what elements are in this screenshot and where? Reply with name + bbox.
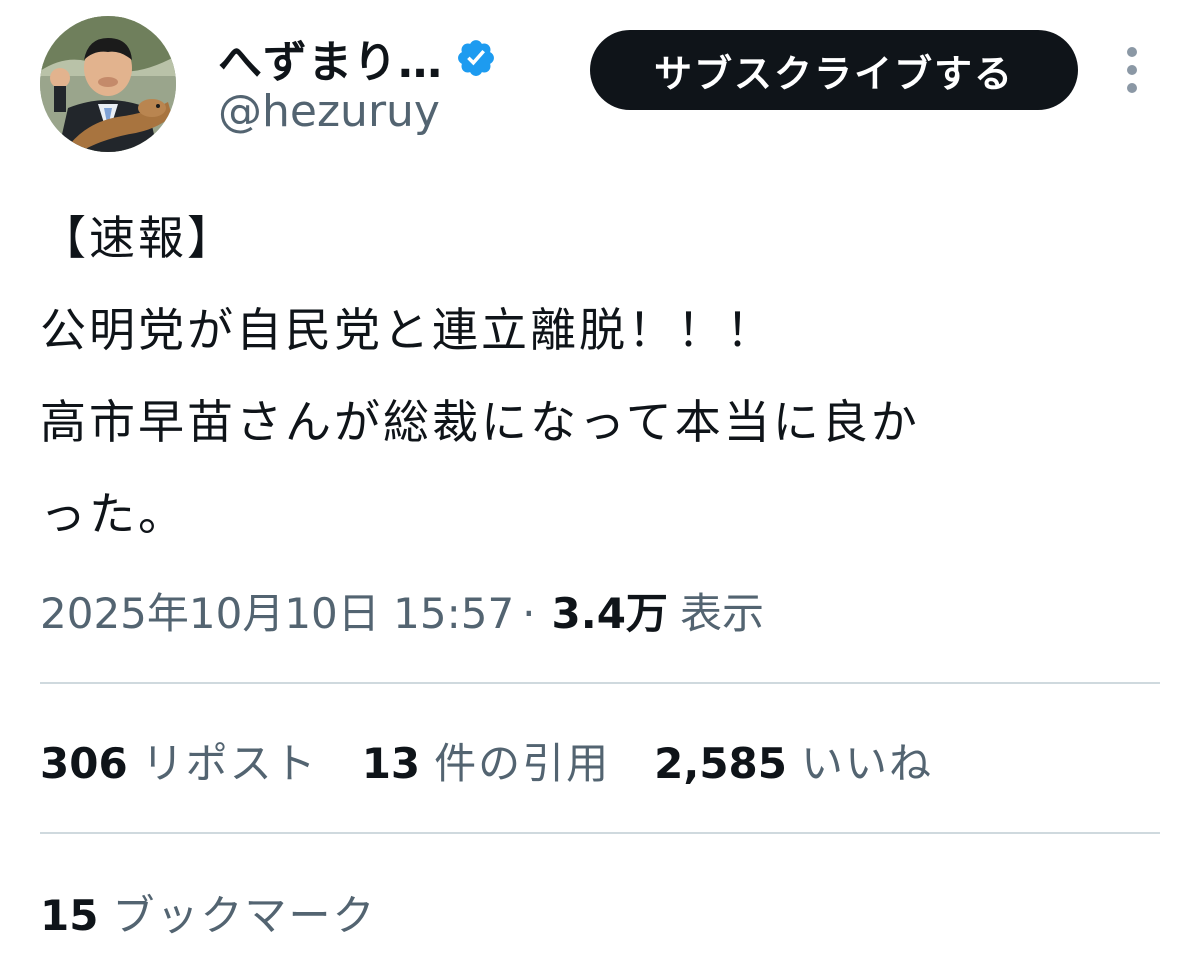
divider — [40, 832, 1160, 834]
likes-label: いいね — [801, 739, 934, 788]
tweet-text-line: った。 — [40, 487, 187, 541]
bookmarks-label: ブックマーク — [112, 891, 377, 940]
reposts-label: リポスト — [141, 739, 318, 788]
author-name-row[interactable]: へずまり… — [218, 26, 497, 90]
tweet-text-line: 【速報】 — [40, 211, 236, 265]
reposts-stat[interactable]: 306 リポスト — [40, 730, 318, 791]
meta-separator: · — [522, 589, 536, 638]
quotes-label: 件の引用 — [434, 739, 611, 788]
tweet-meta: 2025年10月10日 15:57 · 3.4万 表示 — [40, 580, 764, 641]
subscribe-button[interactable]: サブスクライブする — [590, 30, 1078, 110]
views-count[interactable]: 3.4万 — [552, 580, 668, 641]
reposts-count: 306 — [40, 739, 128, 788]
bookmarks-stat[interactable]: 15 ブックマーク — [40, 882, 420, 943]
avatar-image — [40, 16, 176, 152]
divider — [40, 682, 1160, 684]
author-display-name[interactable]: へずまり… — [218, 26, 443, 90]
likes-count: 2,585 — [654, 739, 788, 788]
tweet-text-line: 公明党が自民党と連立離脱！！！ — [40, 303, 775, 357]
verified-badge-icon[interactable] — [455, 37, 497, 79]
quotes-count: 13 — [361, 739, 421, 788]
likes-stat[interactable]: 2,585 いいね — [654, 730, 933, 791]
quotes-stat[interactable]: 13 件の引用 — [362, 730, 610, 791]
engagement-stats: 306 リポスト 13 件の引用 2,585 いいね — [40, 730, 977, 791]
tweet-text-line: 高市早苗さんが総裁になって本当に良か — [40, 395, 920, 449]
more-vertical-icon[interactable] — [1118, 44, 1146, 96]
timestamp[interactable]: 2025年10月10日 15:57 — [40, 580, 514, 641]
views-label[interactable]: 表示 — [680, 580, 764, 641]
avatar[interactable] — [40, 16, 176, 152]
bookmarks-count: 15 — [40, 891, 99, 940]
tweet-text: 【速報】 公明党が自民党と連立離脱！！！ 高市早苗さんが総裁になって本当に良か … — [40, 192, 1170, 560]
author-handle[interactable]: @hezuruy — [218, 86, 440, 137]
